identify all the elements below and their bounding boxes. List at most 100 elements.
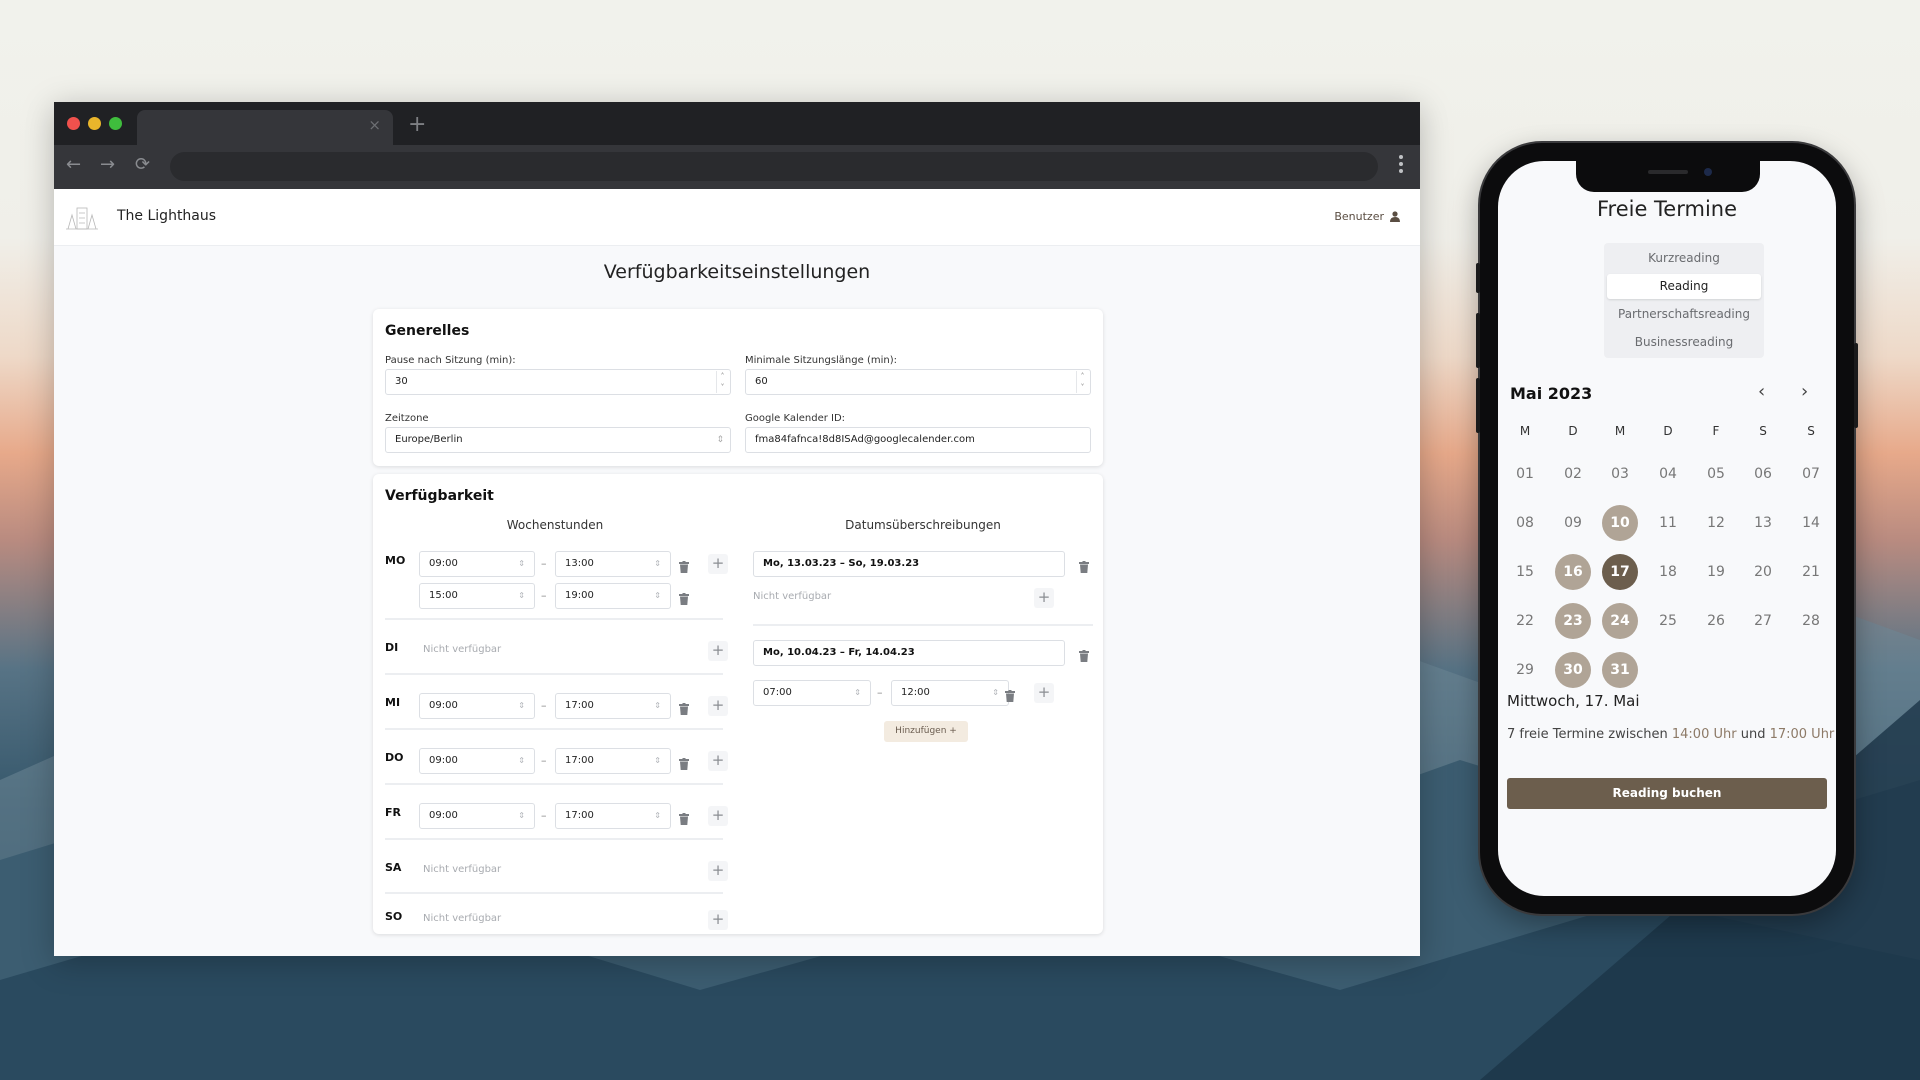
user-menu[interactable]: Benutzer [1334,210,1400,223]
min-length-input[interactable]: 60 ˄ ˅ [745,369,1091,395]
calendar-day-available[interactable]: 16 [1555,554,1591,590]
time-to-input[interactable]: 19:00 ⇕ [555,583,671,609]
calendar-day[interactable]: 12 [1698,505,1734,541]
maximize-window-button[interactable] [109,117,122,130]
time-to-input[interactable]: 12:00 ⇕ [891,680,1009,706]
unavailable-text: Nicht verfügbar [423,644,502,655]
trash-icon[interactable] [1079,558,1089,573]
time-to-input[interactable]: 17:00 ⇕ [555,748,671,774]
prev-month-icon[interactable]: ‹ [1758,381,1765,402]
time-to-input[interactable]: 13:00 ⇕ [555,551,671,577]
calendar-day[interactable]: 20 [1745,554,1781,590]
calendar-day[interactable]: 13 [1745,505,1781,541]
time-from-input[interactable]: 09:00 ⇕ [419,803,535,829]
override-date-range[interactable]: Mo, 10.04.23 – Fr, 14.04.23 [753,640,1065,666]
add-slot-button[interactable]: + [708,696,728,716]
pause-input[interactable]: 30 ˄ ˅ [385,369,731,395]
pause-stepper[interactable]: ˄ ˅ [716,371,728,393]
calendar-day[interactable]: 06 [1745,456,1781,492]
calendar-day-available[interactable]: 24 [1602,603,1638,639]
add-override-button[interactable]: Hinzufügen + [884,721,968,742]
override-date-range[interactable]: Mo, 13.03.23 – So, 19.03.23 [753,551,1065,577]
lighthaus-logo-icon[interactable] [66,205,98,231]
calendar-day[interactable]: 04 [1650,456,1686,492]
calendar-day-available[interactable]: 23 [1555,603,1591,639]
calendar-day[interactable]: 05 [1698,456,1734,492]
add-slot-button[interactable]: + [708,751,728,771]
calendar-day[interactable]: 22 [1507,603,1543,639]
time-from-input[interactable]: 07:00 ⇕ [753,680,871,706]
time-arrows-icon: ⇕ [518,559,525,568]
time-arrows-icon: ⇕ [654,811,661,820]
calendar-day[interactable]: 27 [1745,603,1781,639]
calendar-day-available[interactable]: 30 [1555,652,1591,688]
calendar-day[interactable]: 11 [1650,505,1686,541]
phone-power-button [1854,343,1858,428]
add-slot-button[interactable]: + [1034,683,1054,703]
trash-icon[interactable] [679,558,689,573]
back-arrow-icon[interactable]: ← [66,154,81,175]
calendar-day[interactable]: 19 [1698,554,1734,590]
session-type-businessreading[interactable]: Businessreading [1607,330,1761,355]
calendar-day-available[interactable]: 10 [1602,505,1638,541]
browser-tab[interactable]: × [137,110,393,145]
trash-icon[interactable] [679,700,689,715]
calendar-day[interactable]: 21 [1793,554,1829,590]
minimize-window-button[interactable] [88,117,101,130]
brand-name[interactable]: The Lighthaus [117,208,216,224]
trash-icon[interactable] [679,590,689,605]
spin-up-icon[interactable]: ˄ [717,371,728,382]
calendar-day-selected[interactable]: 17 [1602,554,1638,590]
calendar-day[interactable]: 25 [1650,603,1686,639]
trash-icon[interactable] [679,810,689,825]
time-to-input[interactable]: 17:00 ⇕ [555,693,671,719]
calendar-day[interactable]: 28 [1793,603,1829,639]
next-month-icon[interactable]: › [1801,381,1808,402]
calendar-day[interactable]: 08 [1507,505,1543,541]
add-slot-button[interactable]: + [1034,588,1054,608]
time-value: 09:00 [429,810,458,821]
timezone-select[interactable]: Europe/Berlin ⇕ [385,427,731,453]
add-slot-button[interactable]: + [708,806,728,826]
calendar-day-available[interactable]: 31 [1602,652,1638,688]
calendar-day[interactable]: 18 [1650,554,1686,590]
new-tab-button[interactable]: + [408,112,426,137]
calendar-day[interactable]: 01 [1507,456,1543,492]
slots-text: und [1736,727,1770,742]
session-type-partnerschaftsreading[interactable]: Partnerschaftsreading [1607,302,1761,327]
trash-icon[interactable] [1079,647,1089,662]
add-slot-button[interactable]: + [708,910,728,930]
forward-arrow-icon[interactable]: → [100,154,115,175]
time-to-input[interactable]: 17:00 ⇕ [555,803,671,829]
session-type-reading[interactable]: Reading [1607,274,1761,299]
close-window-button[interactable] [67,117,80,130]
spin-down-icon[interactable]: ˅ [717,382,728,393]
add-slot-button[interactable]: + [708,554,728,574]
close-tab-icon[interactable]: × [368,116,381,134]
gcal-id-input[interactable]: fma84fafnca!8d8ISAd@googlecalender.com [745,427,1091,453]
address-bar[interactable] [170,152,1378,181]
book-reading-button[interactable]: Reading buchen [1507,778,1827,809]
time-from-input[interactable]: 09:00 ⇕ [419,693,535,719]
trash-icon[interactable] [679,755,689,770]
calendar-day[interactable]: 07 [1793,456,1829,492]
calendar-day[interactable]: 15 [1507,554,1543,590]
spin-down-icon[interactable]: ˅ [1077,382,1088,393]
time-from-input[interactable]: 09:00 ⇕ [419,748,535,774]
session-type-kurzreading[interactable]: Kurzreading [1607,246,1761,271]
add-slot-button[interactable]: + [708,641,728,661]
calendar-day[interactable]: 14 [1793,505,1829,541]
spin-up-icon[interactable]: ˄ [1077,371,1088,382]
trash-icon[interactable] [1005,687,1015,702]
add-slot-button[interactable]: + [708,861,728,881]
calendar-day[interactable]: 02 [1555,456,1591,492]
time-from-input[interactable]: 09:00 ⇕ [419,551,535,577]
min-length-stepper[interactable]: ˄ ˅ [1076,371,1088,393]
browser-menu-icon[interactable] [1399,155,1403,176]
time-from-input[interactable]: 15:00 ⇕ [419,583,535,609]
calendar-day[interactable]: 03 [1602,456,1638,492]
calendar-day[interactable]: 29 [1507,652,1543,688]
calendar-day[interactable]: 09 [1555,505,1591,541]
reload-icon[interactable]: ⟳ [135,154,150,175]
calendar-day[interactable]: 26 [1698,603,1734,639]
